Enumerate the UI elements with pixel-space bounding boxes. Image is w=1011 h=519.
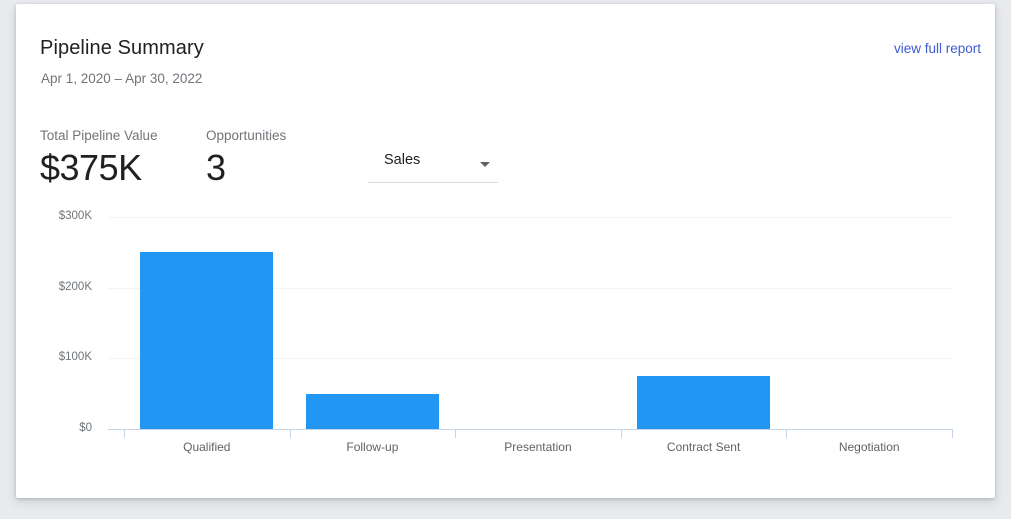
y-axis-tick-label: $300K bbox=[59, 210, 92, 222]
x-axis-tick bbox=[124, 429, 125, 438]
x-axis-tick bbox=[621, 429, 622, 438]
pipeline-summary-card: Pipeline Summary Apr 1, 2020 – Apr 30, 2… bbox=[16, 4, 995, 498]
x-axis-tick bbox=[290, 429, 291, 438]
pipeline-bar-chart: $0 $100K $200K $300K QualifiedFollow-upPres… bbox=[16, 4, 995, 498]
y-axis-tick-label: $0 bbox=[79, 422, 92, 434]
y-axis-tick-label: $100K bbox=[59, 351, 92, 363]
y-axis-tick-label: $200K bbox=[59, 281, 92, 293]
x-axis-tick-label: Presentation bbox=[455, 440, 621, 454]
x-axis-tick bbox=[786, 429, 787, 438]
gridline bbox=[108, 217, 952, 218]
x-axis-tick-label: Contract Sent bbox=[621, 440, 787, 454]
x-axis-tick-label: Follow-up bbox=[290, 440, 456, 454]
chart-bar[interactable] bbox=[140, 252, 273, 429]
chart-axis-line bbox=[108, 429, 952, 430]
x-axis-tick-label: Qualified bbox=[124, 440, 290, 454]
x-axis-tick-label: Negotiation bbox=[786, 440, 952, 454]
chart-bar[interactable] bbox=[306, 394, 439, 429]
x-axis-tick bbox=[455, 429, 456, 438]
chart-bar[interactable] bbox=[637, 376, 770, 429]
x-axis-tick bbox=[952, 429, 953, 438]
